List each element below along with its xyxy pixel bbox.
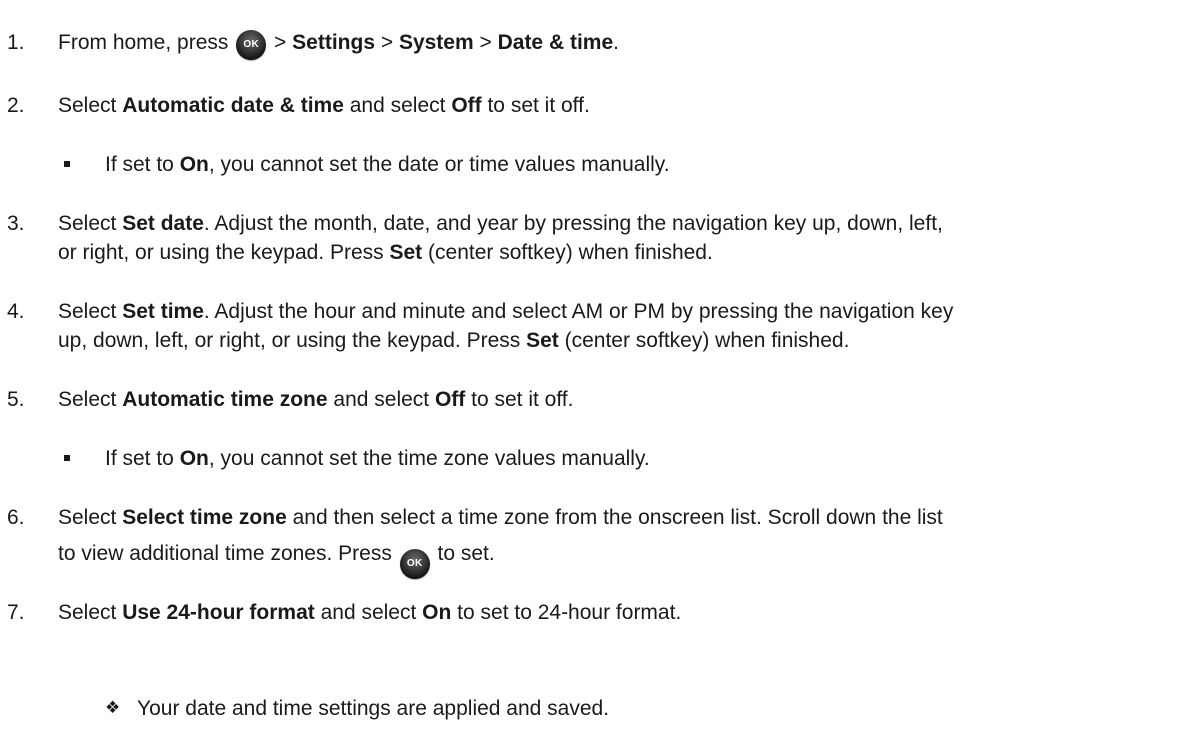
step-2-text-c: to set it off. [481,94,590,117]
note-2-text-a: If set to [105,447,180,470]
step-5-text-c: to set it off. [465,388,574,411]
step-4-set-time: Set time [122,300,204,323]
step-4-number: 4. [7,300,25,323]
step-1-settings: Settings [292,31,375,54]
note-2-on: On [179,447,209,470]
step-7-text-c: to set to 24-hour format. [451,601,682,624]
note-1-on: On [179,153,209,176]
step-1-number: 1. [7,31,25,54]
step-6-select-time-zone: Select time zone [122,506,287,529]
step-5-text-a: Select [58,388,123,411]
step-7-text-b: and select [314,601,423,624]
note-2-bullet [64,455,70,461]
note-2-text-b: , you cannot set the time zone values ma… [208,447,650,470]
step-1-text-a: From home, press [58,31,235,54]
step-2-off: Off [451,94,482,117]
step-6-number: 6. [7,506,25,529]
step-3-text-c: or right, or using the keypad. Press [58,241,390,264]
step-7-text-a: Select [58,601,123,624]
ok-button-icon: OK [399,549,430,579]
step-1-period: . [613,31,619,54]
step-5-number: 5. [7,388,25,411]
step-6-text-a: Select [58,506,123,529]
step-6-text-b: and then select a time zone from the ons… [286,506,943,529]
step-2-text: Select Automatic date & time and select … [58,93,590,118]
step-3-set-date: Set date [122,212,204,235]
step-1-sep-2: > [375,31,399,54]
result-diamond-icon: ❖ [105,698,121,718]
step-2-automatic-date-time: Automatic date & time [122,94,344,117]
note-1-bullet [64,161,70,167]
step-4-text-line-2: up, down, left, or right, or using the k… [58,328,849,353]
step-3-number: 3. [7,212,25,235]
step-6-text-c: to view additional time zones. Press [58,542,398,565]
step-4-text-c: up, down, left, or right, or using the k… [58,329,527,352]
step-7-use-24-hour-format: Use 24-hour format [122,601,315,624]
step-4-text-a: Select [58,300,123,323]
step-7-text: Select Use 24-hour format and select On … [58,600,681,625]
note-1-text-a: If set to [105,153,180,176]
step-4-text-b: . Adjust the hour and minute and select … [203,300,954,323]
step-1-date-time: Date & time [497,31,614,54]
step-5-automatic-time-zone: Automatic time zone [122,388,328,411]
step-6-text-d: to set. [431,542,495,565]
step-1-text: From home, press OK > Settings > System … [58,30,619,60]
note-1-text: If set to On, you cannot set the date or… [105,152,670,177]
note-2-text: If set to On, you cannot set the time zo… [105,446,650,471]
step-4-text-line-1: Select Set time. Adjust the hour and min… [58,299,953,324]
step-6-text-line-1: Select Select time zone and then select … [58,505,943,530]
step-5-text: Select Automatic time zone and select Of… [58,387,573,412]
step-2-number: 2. [7,94,25,117]
step-4-set: Set [526,329,559,352]
step-1-system: System [398,31,474,54]
ok-button-icon: OK [236,30,267,60]
step-7-on: On [422,601,452,624]
step-3-text-a: Select [58,212,123,235]
step-2-text-a: Select [58,94,123,117]
step-5-off: Off [434,388,466,411]
step-5-text-b: and select [327,388,435,411]
step-1-sep-3: > [473,31,498,54]
step-3-set: Set [389,241,423,264]
step-2-text-b: and select [343,94,452,117]
step-3-text-b: . Adjust the month, date, and year by pr… [203,212,943,235]
step-7-number: 7. [7,601,25,624]
step-3-text-line-1: Select Set date. Adjust the month, date,… [58,211,943,236]
step-6-text-line-2: to view additional time zones. Press OK … [58,541,495,579]
step-4-text-d: (center softkey) when finished. [558,329,850,352]
step-1-sep-1: > [268,31,293,54]
note-1-text-b: , you cannot set the date or time values… [208,153,670,176]
step-3-text-d: (center softkey) when finished. [422,241,713,264]
result-text: Your date and time settings are applied … [137,697,610,720]
step-3-text-line-2: or right, or using the keypad. Press Set… [58,240,713,265]
instructions-document: 1. From home, press OK > Settings > Syst… [0,0,1201,729]
